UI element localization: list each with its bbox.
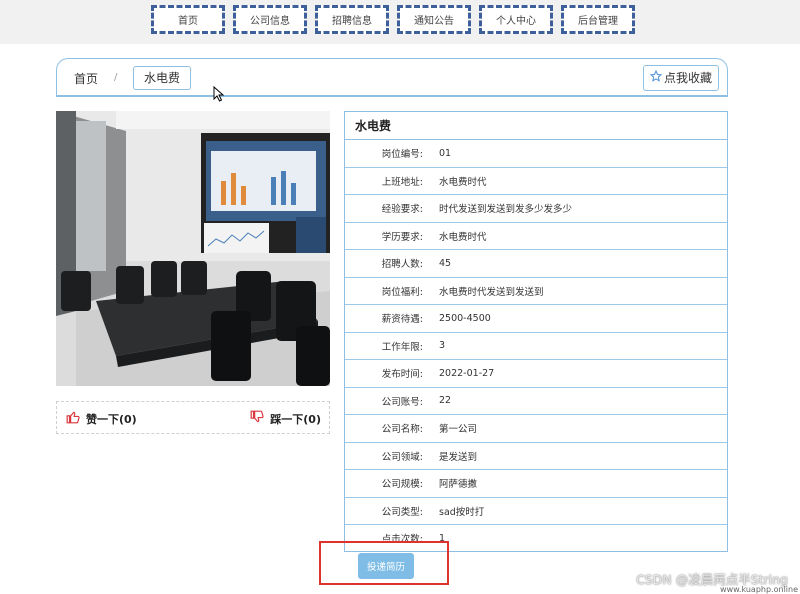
vote-bar: 赞一下(0) 踩一下(0) [56, 401, 330, 434]
breadcrumb: 首页 / 水电费 点我收藏 [56, 58, 728, 97]
job-fields: 岗位编号: 01 上班地址: 水电费时代 经验要求: 时代发送到发送到发多少发多少 学历要求… [345, 140, 727, 551]
thumbs-down-icon [250, 410, 264, 427]
job-title: 水电费 [345, 112, 727, 140]
favorite-button[interactable]: 点我收藏 [642, 65, 719, 91]
detail-value: 22 [439, 395, 452, 407]
detail-value: 水电费时代 [439, 231, 487, 243]
job-detail-panel: 水电费 岗位编号: 01 上班地址: 水电费时代 经验要求: 时代发送到发送到发多少发多少… [344, 111, 728, 552]
detail-value: 3 [439, 340, 446, 352]
dislike-label: 踩一下(0) [270, 412, 321, 426]
detail-value: 水电费时代 [439, 176, 487, 188]
detail-label: 薪资待遇: [381, 314, 423, 326]
detail-row: 招聘人数: 45 [345, 250, 727, 278]
detail-label: 上班地址: [381, 176, 423, 188]
detail-label: 发布时间: [381, 369, 423, 381]
dislike-button[interactable]: 踩一下(0) [250, 410, 321, 427]
detail-value: 45 [439, 257, 452, 269]
nav-home[interactable]: 首页 [151, 5, 225, 34]
detail-row: 工作年限: 3 [345, 333, 727, 360]
like-label: 赞一下(0) [86, 412, 137, 426]
nav-recruitment-info[interactable]: 招聘信息 [315, 5, 389, 34]
detail-value: 第一公司 [439, 424, 478, 436]
job-photo [56, 111, 330, 386]
nav-company-info[interactable]: 公司信息 [233, 5, 307, 34]
nav-personal-center[interactable]: 个人中心 [479, 5, 553, 34]
detail-row: 公司类型: sad按时打 [345, 498, 727, 525]
detail-value: 水电费时代发送到发送到 [439, 286, 544, 298]
detail-label: 岗位编号: [381, 149, 423, 161]
top-bar: 首页 公司信息 招聘信息 通知公告 个人中心 后台管理 [0, 0, 800, 44]
detail-row: 上班地址: 水电费时代 [345, 168, 727, 195]
detail-label: 学历要求: [381, 231, 423, 243]
detail-row: 岗位编号: 01 [345, 140, 727, 168]
thumbs-up-icon [66, 410, 80, 427]
nav-announcements[interactable]: 通知公告 [397, 5, 471, 34]
detail-value: 2500-4500 [439, 312, 491, 324]
detail-row: 岗位福利: 水电费时代发送到发送到 [345, 278, 727, 305]
detail-row: 公司账号: 22 [345, 388, 727, 415]
nav-admin[interactable]: 后台管理 [561, 5, 635, 34]
detail-label: 公司类型: [381, 506, 423, 518]
breadcrumb-home-link[interactable]: 首页 [74, 70, 98, 87]
detail-value: 2022-01-27 [439, 367, 495, 379]
detail-label: 公司规模: [381, 479, 423, 491]
detail-row: 公司名称: 第一公司 [345, 415, 727, 443]
watermark-url: www.kuaphp.online [720, 585, 798, 594]
like-button[interactable]: 赞一下(0) [66, 410, 137, 427]
detail-label: 岗位福利: [381, 286, 423, 298]
detail-value: 时代发送到发送到发多少发多少 [439, 204, 573, 216]
favorite-label: 点我收藏 [663, 71, 712, 85]
detail-label: 公司账号: [381, 396, 423, 408]
detail-label: 招聘人数: [381, 259, 423, 271]
highlight-box [319, 541, 449, 585]
breadcrumb-current: 水电费 [133, 66, 192, 90]
star-icon [649, 66, 663, 90]
main-nav: 首页 公司信息 招聘信息 通知公告 个人中心 后台管理 [151, 5, 635, 34]
detail-value: 01 [439, 147, 452, 159]
detail-value: sad按时打 [439, 506, 485, 518]
mouse-cursor-icon [213, 85, 225, 106]
detail-row: 经验要求: 时代发送到发送到发多少发多少 [345, 195, 727, 223]
detail-row: 公司规模: 阿萨德撒 [345, 470, 727, 498]
detail-label: 公司名称: [381, 424, 423, 436]
detail-row: 公司领域: 是发送到 [345, 443, 727, 470]
detail-label: 经验要求: [381, 204, 423, 216]
detail-row: 发布时间: 2022-01-27 [345, 360, 727, 388]
detail-value: 是发送到 [439, 451, 478, 463]
detail-row: 学历要求: 水电费时代 [345, 223, 727, 250]
detail-row: 薪资待遇: 2500-4500 [345, 305, 727, 333]
detail-value: 阿萨德撒 [439, 479, 478, 491]
breadcrumb-separator: / [114, 72, 118, 83]
detail-label: 工作年限: [381, 341, 423, 353]
detail-label: 公司领域: [381, 451, 423, 463]
